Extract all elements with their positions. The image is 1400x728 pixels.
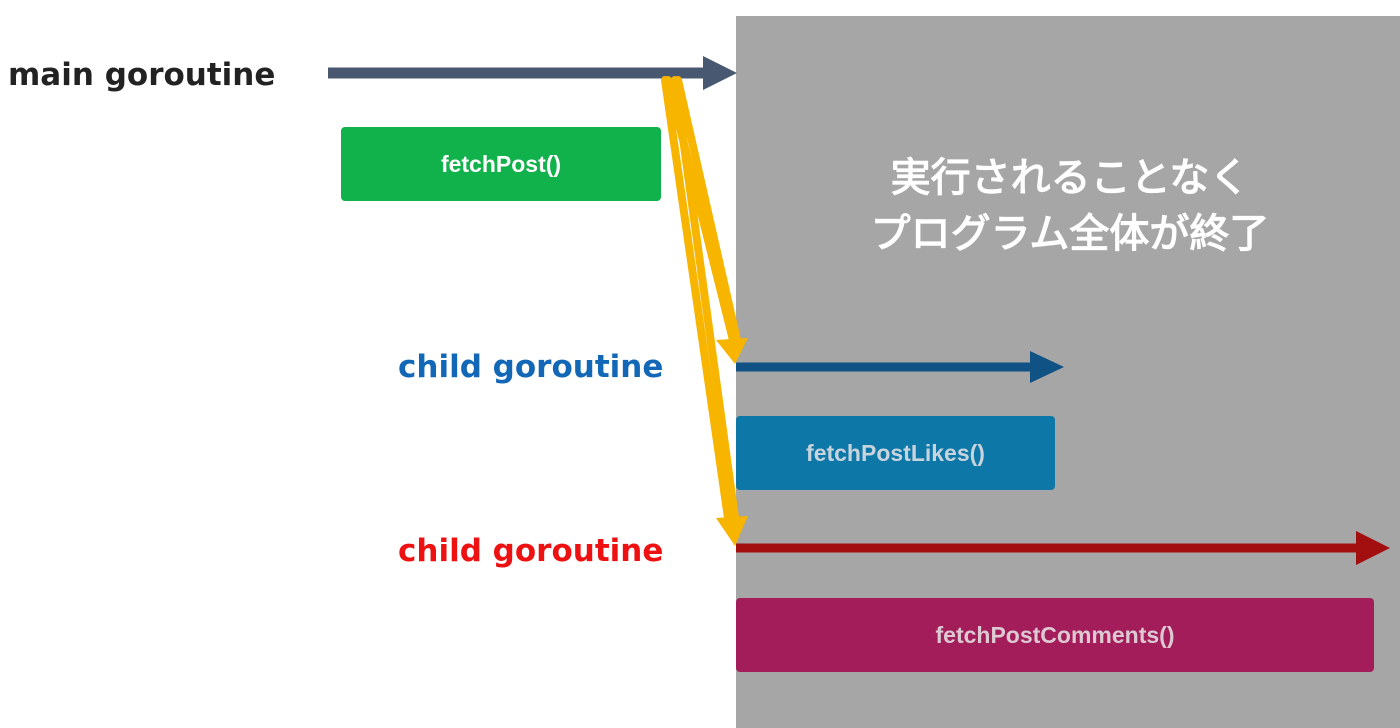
fetch-post-comments-box: fetchPostComments() — [736, 598, 1374, 672]
fetch-post-likes-box: fetchPostLikes() — [736, 416, 1055, 490]
spawn-arrows — [661, 76, 741, 529]
main-goroutine-label: main goroutine — [8, 57, 276, 93]
spawn-arrowhead-2 — [716, 516, 748, 546]
spawn-arrowhead-1 — [716, 338, 748, 364]
child-goroutine-label-1: child goroutine — [398, 349, 664, 385]
child-goroutine-1-arrow — [736, 351, 1064, 383]
child-goroutine-label-2: child goroutine — [398, 533, 664, 569]
child-goroutine-2-arrow — [736, 531, 1390, 565]
program-ended-line-1: 実行されることなく — [890, 155, 1250, 201]
program-ended-line-2: プログラム全体が終了 — [870, 211, 1270, 257]
fetch-post-box: fetchPost() — [341, 127, 661, 201]
program-ended-message: 実行されることなく プログラム全体が終了 — [800, 150, 1340, 262]
